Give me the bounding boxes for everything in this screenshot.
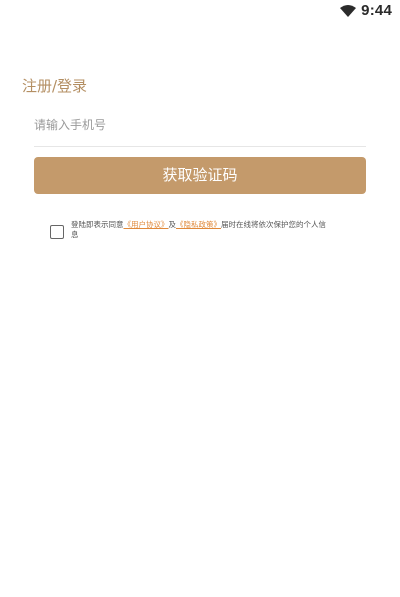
status-time: 9:44 [361, 2, 392, 19]
phone-field-row [34, 110, 366, 147]
status-icons: 9:44 [340, 2, 392, 19]
page-title: 注册/登录 [22, 77, 88, 95]
phone-input[interactable] [34, 110, 366, 140]
wifi-icon [340, 4, 357, 17]
privacy-policy-link[interactable]: 《隐私政策》 [176, 220, 221, 229]
agreement-conjunction: 及 [168, 220, 177, 229]
status-bar: 9:44 [0, 0, 400, 22]
agreement-checkbox[interactable] [50, 225, 64, 239]
agreement-prefix: 登陆即表示同意 [71, 220, 124, 229]
user-agreement-link[interactable]: 《用户协议》 [124, 220, 169, 229]
get-code-button[interactable]: 获取验证码 [34, 157, 366, 194]
agreement-text: 登陆即表示同意《用户协议》及《隐私政策》届时在线将依次保护您的个人信息 [71, 220, 333, 240]
